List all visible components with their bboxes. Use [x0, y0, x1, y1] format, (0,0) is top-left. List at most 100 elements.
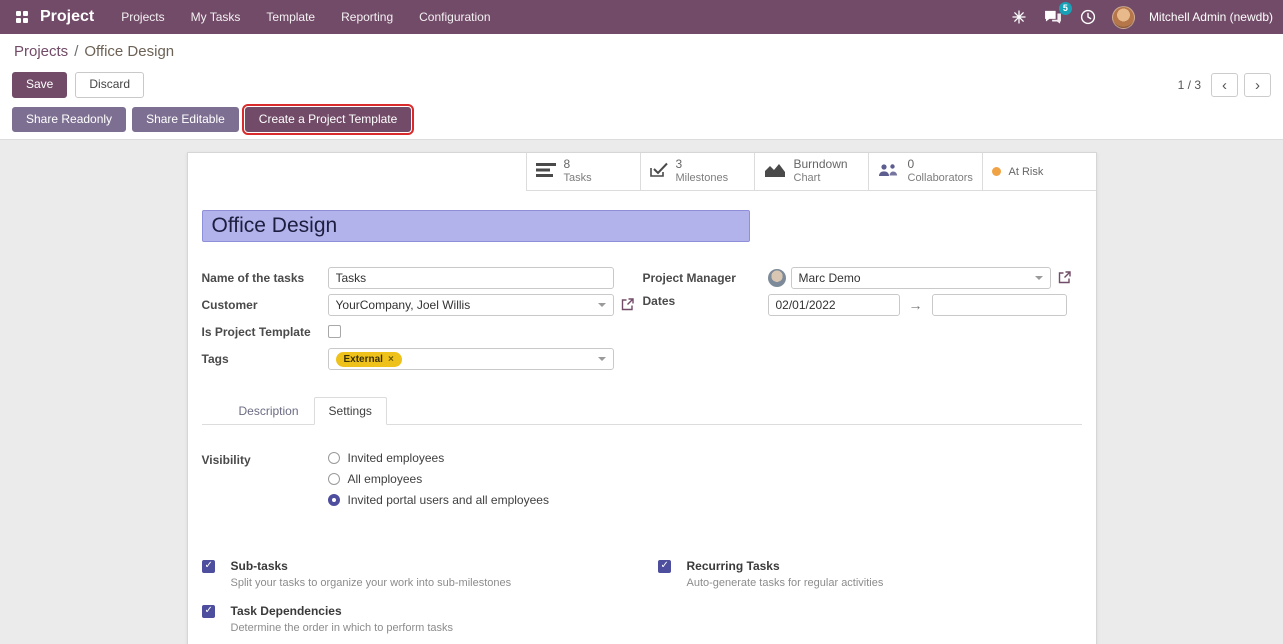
user-avatar[interactable]	[1112, 6, 1135, 29]
project-name-input[interactable]: Office Design	[202, 210, 750, 242]
radio-invited-employees[interactable]: Invited employees	[328, 451, 549, 465]
radio-icon[interactable]	[328, 473, 340, 485]
form-left-column: Name of the tasks Customer YourCompany, …	[202, 264, 643, 372]
tag-external-text: External	[344, 354, 383, 365]
stat-button-burndown-chart[interactable]: Burndown Chart	[754, 153, 868, 191]
arrow-right-icon: →	[909, 297, 923, 313]
menu-my-tasks[interactable]: My Tasks	[178, 0, 254, 34]
recurring-tasks-checkbox[interactable]	[658, 560, 671, 573]
task-dependencies-checkbox[interactable]	[202, 605, 215, 618]
milestones-label: Milestones	[676, 172, 729, 186]
radio-checked-icon[interactable]	[328, 494, 340, 506]
tags-label: Tags	[202, 352, 328, 366]
pager: 1 / 3 ‹ ›	[1178, 73, 1271, 97]
share-readonly-button[interactable]: Share Readonly	[12, 107, 126, 132]
breadcrumb-projects-link[interactable]: Projects	[14, 43, 68, 60]
tab-description[interactable]: Description	[224, 397, 314, 425]
task-dependencies-title: Task Dependencies	[231, 604, 454, 618]
create-project-template-button[interactable]: Create a Project Template	[245, 107, 412, 132]
recurring-tasks-description: Auto-generate tasks for regular activiti…	[687, 577, 884, 589]
form-right-column: Project Manager Marc Demo Dates →	[643, 264, 1082, 372]
customer-select[interactable]: YourCompany, Joel Willis	[328, 294, 614, 316]
tag-external[interactable]: External ×	[336, 352, 402, 367]
pager-next-button[interactable]: ›	[1244, 73, 1271, 97]
stat-button-tasks[interactable]: 8 Tasks	[526, 153, 640, 191]
app-name[interactable]: Project	[40, 8, 94, 26]
settings-features: Sub-tasks Split your tasks to organize y…	[188, 559, 1096, 634]
tags-input[interactable]: External ×	[328, 348, 614, 370]
notebook-tabs: Description Settings	[202, 397, 1082, 425]
customer-external-link-icon[interactable]	[621, 298, 634, 311]
menu-template[interactable]: Template	[253, 0, 328, 34]
field-row-is-project-template: Is Project Template	[202, 318, 643, 345]
radio-invited-portal-users-label: Invited portal users and all employees	[348, 493, 549, 507]
name-of-tasks-label: Name of the tasks	[202, 271, 328, 285]
discard-button[interactable]: Discard	[75, 72, 144, 97]
field-row-tags: Tags External ×	[202, 345, 643, 372]
manager-external-link-icon[interactable]	[1058, 271, 1071, 284]
menu-reporting[interactable]: Reporting	[328, 0, 406, 34]
area-chart-icon	[764, 162, 786, 181]
radio-invited-portal-users[interactable]: Invited portal users and all employees	[328, 493, 549, 507]
visibility-radio-group: Invited employees All employees Invited …	[328, 451, 549, 507]
save-button[interactable]: Save	[12, 72, 67, 97]
user-name[interactable]: Mitchell Admin (newdb)	[1149, 10, 1273, 24]
radio-invited-employees-label: Invited employees	[348, 451, 445, 465]
navbar-left: Project Projects My Tasks Template Repor…	[10, 0, 504, 34]
field-row-project-manager: Project Manager Marc Demo	[643, 264, 1082, 291]
feature-recurring-tasks: Recurring Tasks Auto-generate tasks for …	[658, 559, 1082, 589]
manager-avatar	[768, 269, 786, 287]
radio-icon[interactable]	[328, 452, 340, 464]
pager-previous-button[interactable]: ‹	[1211, 73, 1238, 97]
content-area: 8 Tasks 3 Milestones Burndown	[0, 140, 1283, 644]
date-start-input[interactable]	[768, 294, 900, 316]
field-row-name-of-tasks: Name of the tasks	[202, 264, 643, 291]
form-sheet: 8 Tasks 3 Milestones Burndown	[187, 152, 1097, 644]
field-row-dates: Dates →	[643, 291, 1082, 318]
form-fields: Name of the tasks Customer YourCompany, …	[188, 242, 1096, 372]
customer-label: Customer	[202, 298, 328, 312]
activity-clock-icon[interactable]	[1078, 7, 1098, 27]
is-project-template-checkbox[interactable]	[328, 325, 341, 338]
feature-sub-tasks: Sub-tasks Split your tasks to organize y…	[202, 559, 658, 589]
sub-tasks-description: Split your tasks to organize your work i…	[231, 577, 512, 589]
breadcrumb-separator: /	[74, 43, 78, 60]
radio-all-employees-label: All employees	[348, 472, 423, 486]
visibility-section: Visibility Invited employees All employe…	[188, 425, 1096, 507]
sub-tasks-checkbox[interactable]	[202, 560, 215, 573]
control-panel: Save Discard 1 / 3 ‹ ›	[0, 68, 1283, 102]
radio-all-employees[interactable]: All employees	[328, 472, 549, 486]
tag-remove-icon[interactable]: ×	[388, 354, 394, 365]
stat-button-row: 8 Tasks 3 Milestones Burndown	[188, 153, 1096, 191]
tab-settings[interactable]: Settings	[314, 397, 387, 425]
field-row-customer: Customer YourCompany, Joel Willis	[202, 291, 643, 318]
pager-counter: 1 / 3	[1178, 78, 1201, 92]
caret-down-icon	[598, 357, 606, 361]
sub-tasks-title: Sub-tasks	[231, 559, 512, 573]
name-of-tasks-input[interactable]	[328, 267, 614, 289]
apps-grid-icon	[16, 11, 28, 23]
caret-down-icon	[598, 303, 606, 307]
date-end-input[interactable]	[932, 294, 1067, 316]
menu-configuration[interactable]: Configuration	[406, 0, 503, 34]
apps-menu-button[interactable]	[10, 7, 34, 27]
tasks-count: 8	[564, 157, 592, 172]
recurring-tasks-title: Recurring Tasks	[687, 559, 884, 573]
collaborators-count: 0	[908, 157, 973, 172]
stat-button-collaborators[interactable]: 0 Collaborators	[868, 153, 982, 191]
task-dependencies-description: Determine the order in which to perform …	[231, 622, 454, 634]
stat-button-milestones[interactable]: 3 Milestones	[640, 153, 754, 191]
systray-star-icon[interactable]	[1010, 8, 1028, 26]
project-manager-select[interactable]: Marc Demo	[791, 267, 1051, 289]
share-editable-button[interactable]: Share Editable	[132, 107, 239, 132]
messages-icon[interactable]: 5	[1042, 8, 1064, 27]
breadcrumb: Projects / Office Design	[0, 34, 1283, 68]
dates-label: Dates	[643, 294, 768, 308]
stat-button-at-risk[interactable]: At Risk	[982, 153, 1096, 191]
breadcrumb-current: Office Design	[84, 43, 174, 60]
top-navbar: Project Projects My Tasks Template Repor…	[0, 0, 1283, 34]
milestones-count: 3	[676, 157, 729, 172]
caret-down-icon	[1035, 276, 1043, 280]
menu-projects[interactable]: Projects	[108, 0, 177, 34]
systray: 5 Mitchell Admin (newdb)	[1010, 6, 1273, 29]
